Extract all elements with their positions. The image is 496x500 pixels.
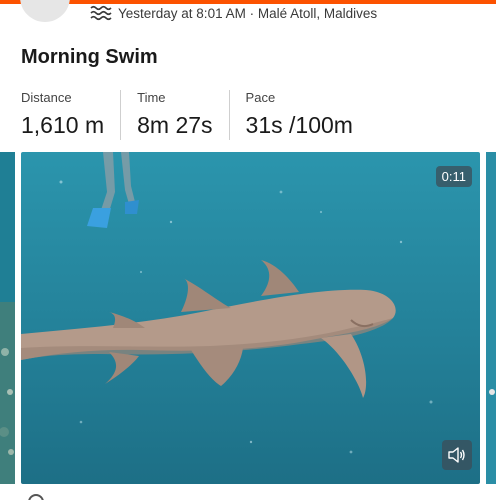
avatar[interactable] [20,0,70,22]
previous-photo-thumbnail[interactable] [0,152,15,484]
activity-stats: Distance 1,610 m Time 8m 27s Pace 31s /1… [21,90,369,140]
next-photo-thumbnail[interactable] [486,152,496,484]
activity-date-location: Yesterday at 8:01 AM · Malé Atoll, Maldi… [118,5,378,21]
shark-video-frame [21,152,480,484]
stat-value: 1,610 m [21,112,105,138]
activity-title[interactable]: Morning Swim [21,46,158,69]
stat-distance: Distance 1,610 m [21,90,120,140]
partial-icon [28,494,44,500]
media-carousel[interactable]: 0:11 [0,152,496,484]
mute-toggle-button[interactable] [442,440,472,470]
stat-value: 8m 27s [137,112,213,138]
speaker-icon [448,447,465,463]
stat-label: Distance [21,90,72,105]
video-duration-badge: 0:11 [435,166,472,187]
video-player[interactable]: 0:11 [21,152,480,484]
swim-icon [90,5,112,21]
stat-value: 31s /100m [245,112,353,138]
activity-meta: Yesterday at 8:01 AM · Malé Atoll, Maldi… [90,4,377,22]
stat-pace: Pace 31s /100m [228,90,369,140]
stat-label: Pace [245,90,276,105]
stat-label: Time [137,90,166,105]
stat-time: Time 8m 27s [120,90,228,140]
